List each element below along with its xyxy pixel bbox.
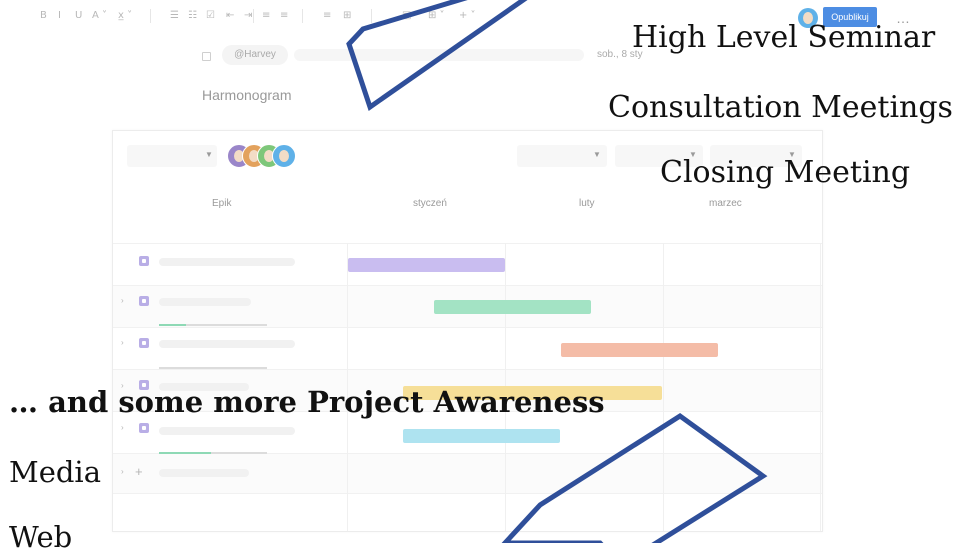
slide-arrows <box>346 0 768 543</box>
slide-item: Closing Meeting <box>660 155 911 190</box>
slide-item: Web <box>9 520 73 554</box>
arrow-shape <box>346 0 528 111</box>
slide-item: Consultation Meetings <box>608 90 953 125</box>
arrow-shape <box>501 412 768 543</box>
slide-item: High Level Seminar <box>632 20 936 55</box>
slide-item: Media <box>9 455 101 489</box>
slide-heading: … and some more Project Awareness <box>9 385 605 419</box>
